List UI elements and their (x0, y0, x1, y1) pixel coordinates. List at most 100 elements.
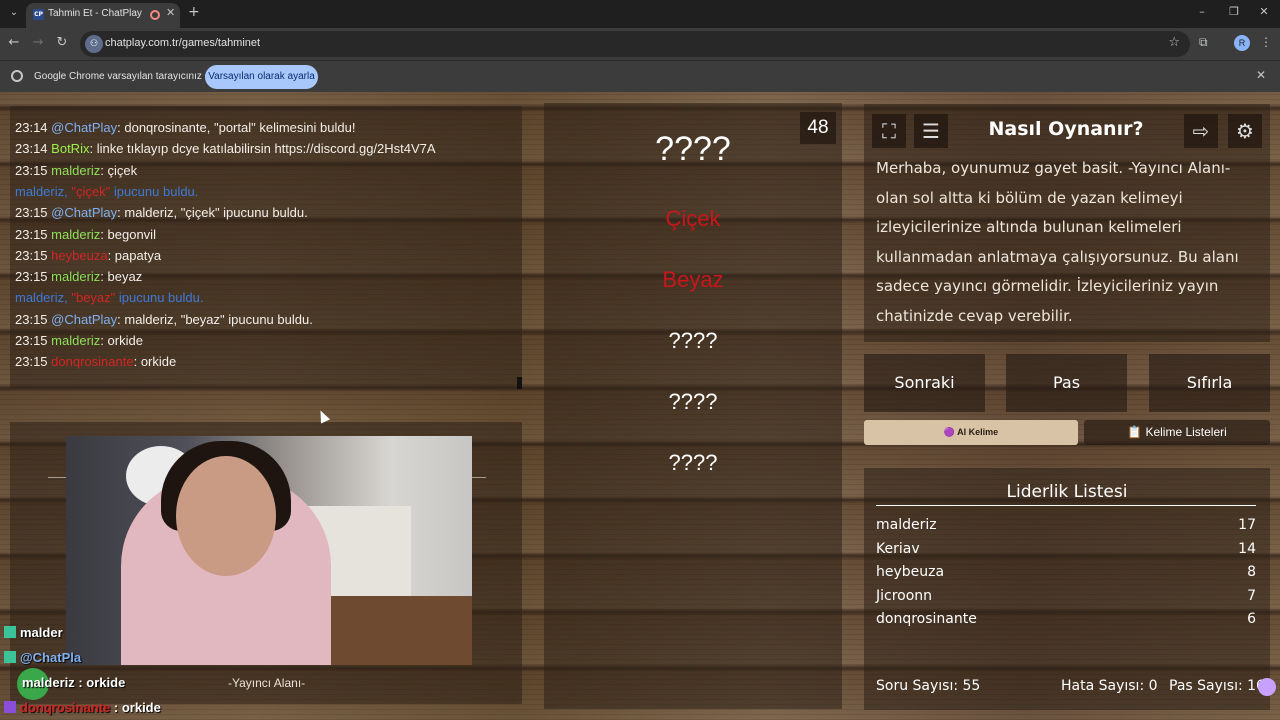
overlay-username: malderiz (22, 675, 75, 690)
chat-message: 23:14 @ChatPlay: donqrosinante, "portal"… (15, 120, 355, 135)
chat-username[interactable]: heybeuza (51, 248, 107, 263)
tab-title: Tahmin Et - ChatPlay (48, 8, 142, 19)
exit-icon[interactable]: ⇨ (1184, 114, 1218, 148)
chat-message: 23:15 malderiz: begonvil (15, 227, 156, 242)
chat-timestamp: 23:15 (15, 247, 48, 263)
chat-username[interactable]: malderiz (51, 227, 100, 242)
overlay-message: @ChatPla (4, 650, 81, 665)
overlay-message: malder (4, 625, 63, 640)
site-info-icon[interactable]: ⚇ (85, 35, 103, 53)
chat-message: 23:15 heybeuza: papatya (15, 248, 161, 263)
chat-timestamp: 23:15 (15, 354, 48, 370)
address-bar[interactable]: ⚇ chatplay.com.tr/games/tahminet ☆ (80, 31, 1190, 57)
chat-timestamp: 23:15 (15, 205, 48, 221)
profile-avatar[interactable]: R (1234, 35, 1250, 51)
chat-username[interactable]: @ChatPlay (51, 312, 117, 327)
sub-badge-icon (4, 651, 16, 663)
browser-toolbar: ← → ↻ ⚇ chatplay.com.tr/games/tahminet ☆… (0, 28, 1280, 60)
rules-icon[interactable]: ☰ (914, 114, 948, 148)
floating-extension-icon[interactable] (1258, 678, 1276, 696)
system-user: malderiz, (15, 290, 72, 306)
chat-message: 23:15 @ChatPlay: malderiz, "çiçek" ipucu… (15, 205, 308, 220)
leaderboard-title: Liderlik Listesi (1006, 482, 1128, 502)
chat-username[interactable]: donqrosinante (51, 354, 133, 369)
restore-icon[interactable]: ❐ (1224, 5, 1244, 18)
infobar-message: Google Chrome varsayılan tarayıcınız değ… (34, 71, 226, 82)
chat-message: 23:15 malderiz: çiçek (15, 163, 137, 178)
overlay-text: : orkide (110, 700, 161, 715)
chat-separator: : (107, 247, 115, 263)
system-word: "beyaz" (71, 290, 116, 306)
window-close-icon[interactable]: ✕ (1254, 5, 1274, 18)
chat-message: 23:15 @ChatPlay: malderiz, "beyaz" ipucu… (15, 312, 313, 327)
tab-active[interactable]: CP Tahmin Et - ChatPlay ✕ (26, 3, 180, 28)
overlay-message: donqrosinante : orkide (4, 700, 161, 715)
chat-text: orkide (140, 354, 177, 370)
overlay-message: malderiz : orkide (22, 675, 125, 690)
leaderboard-row: malderiz 17 (876, 517, 1256, 533)
question-count: Soru Sayısı: 55 (876, 678, 981, 694)
player-score: 7 (1247, 587, 1256, 604)
chat-username[interactable]: malderiz (51, 163, 100, 178)
system-text: ipucunu buldu. (115, 290, 204, 306)
player-score: 14 (1238, 540, 1256, 557)
player-name: Keriav (876, 540, 920, 557)
chat-username[interactable]: @ChatPlay (51, 205, 117, 220)
extensions-icon[interactable]: ⧉ (1199, 35, 1208, 50)
overlay-username: @ChatPla (20, 650, 82, 665)
player-name: heybeuza (876, 564, 945, 580)
streamer-area-label: -Yayıncı Alanı- (228, 676, 306, 690)
chat-scrollbar[interactable] (517, 377, 522, 389)
next-button[interactable]: Sonraki (864, 354, 985, 412)
infobar-close-icon[interactable]: ✕ (1256, 68, 1266, 82)
word-lists-button[interactable]: 📋 Kelime Listeleri (1084, 420, 1270, 445)
chat-timestamp: 23:15 (15, 269, 48, 285)
chat-message: 23:15 malderiz: orkide (15, 333, 143, 348)
chat-username[interactable]: malderiz (51, 269, 100, 284)
chat-separator: : (89, 141, 97, 157)
reload-icon[interactable]: ↻ (54, 35, 70, 50)
leaderboard-row: donqrosinante 6 (876, 611, 1256, 627)
overlay-username: donqrosinante (20, 700, 111, 715)
new-tab-icon[interactable]: + (188, 4, 200, 20)
chat-separator: : (100, 162, 108, 178)
chat-timestamp: 23:15 (15, 226, 48, 242)
chat-timestamp: 23:14 (15, 120, 48, 135)
settings-gear-icon[interactable]: ⚙ (1228, 114, 1262, 148)
chat-username[interactable]: BotRix (51, 141, 89, 156)
url-text[interactable]: chatplay.com.tr/games/tahminet (105, 37, 260, 49)
forward-icon[interactable]: → (30, 35, 46, 50)
sub-badge-icon (4, 701, 16, 713)
error-count: Hata Sayısı: 0 (1061, 678, 1158, 694)
set-default-button[interactable]: Varsayılan olarak ayarla (205, 65, 318, 89)
pass-button[interactable]: Pas (1006, 354, 1127, 412)
sub-badge-icon (4, 626, 16, 638)
overlay-text: : orkide (74, 675, 126, 690)
chat-username[interactable]: malderiz (51, 333, 100, 348)
how-to-play-text: Merhaba, oyunumuz gayet basit. -Yayıncı … (876, 159, 1239, 325)
system-text: ipucunu buldu. (110, 183, 199, 199)
hidden-hint-2: ???? (668, 389, 718, 414)
leaderboard-row: Keriav 14 (876, 541, 1256, 557)
chat-timestamp: 23:15 (15, 311, 48, 327)
hidden-hint-3: ???? (668, 450, 718, 475)
player-score: 8 (1247, 564, 1256, 580)
chat-text: beyaz (107, 269, 143, 285)
default-browser-infobar: Google Chrome varsayılan tarayıcınız değ… (0, 60, 1280, 92)
back-icon[interactable]: ← (6, 35, 22, 50)
tab-close-icon[interactable]: ✕ (166, 6, 175, 19)
minimize-icon[interactable]: – (1192, 5, 1212, 18)
fullscreen-icon[interactable]: ⛶ (872, 114, 906, 148)
menu-icon[interactable]: ⋮ (1260, 35, 1272, 49)
leaderboard-row: heybeuza 8 (876, 564, 1256, 580)
chat-message: malderiz, "beyaz" ipucunu buldu. (15, 290, 203, 305)
ai-word-button[interactable]: 🟣 AI Kelime (864, 420, 1078, 445)
chat-text: donqrosinante, "portal" kelimesini buldu… (124, 120, 356, 135)
chat-username[interactable]: @ChatPlay (51, 120, 117, 135)
chat-separator: : (133, 354, 141, 370)
reset-button[interactable]: Sıfırla (1149, 354, 1270, 412)
bookmark-star-icon[interactable]: ☆ (1168, 35, 1180, 50)
webcam-video (66, 436, 472, 665)
tab-search-icon[interactable]: ⌄ (6, 5, 22, 21)
chat-text: malderiz, "çiçek" ipucunu buldu. (124, 205, 308, 221)
